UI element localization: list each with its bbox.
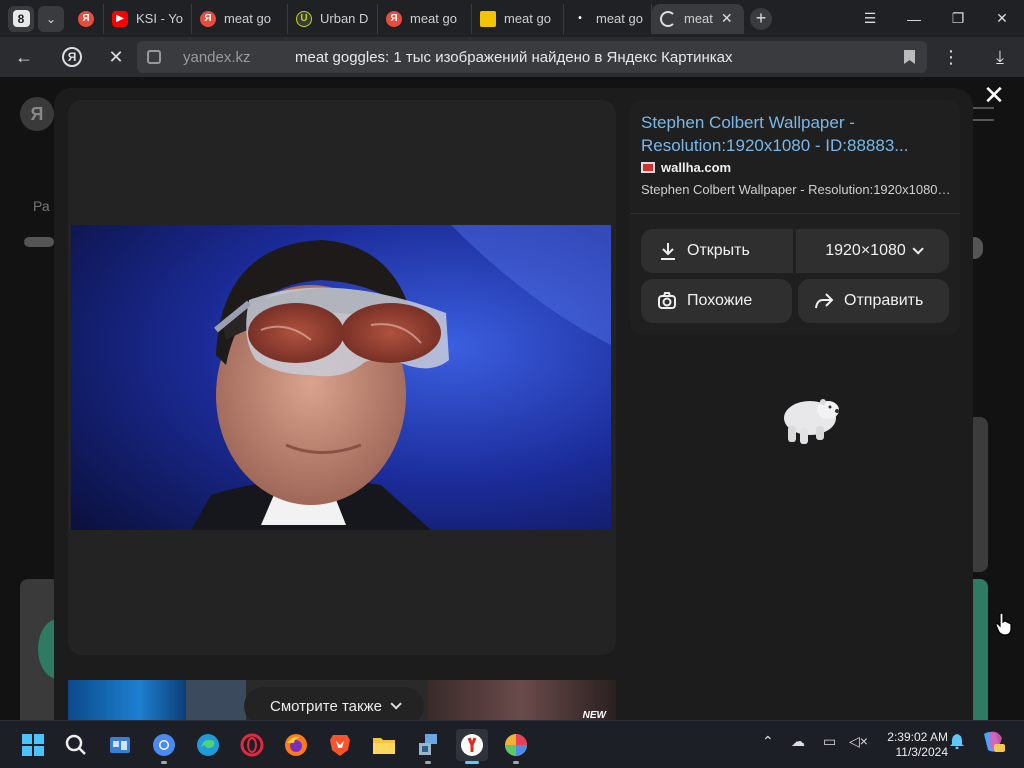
close-window-icon[interactable]: ✕: [980, 0, 1024, 37]
colorful-app-icon[interactable]: [500, 729, 532, 764]
tab-meat-goggles-2[interactable]: Яmeat go: [378, 3, 472, 34]
new-badge: NEW: [582, 710, 606, 720]
chrome-icon[interactable]: [148, 729, 180, 764]
window-controls: ☰ — ❐ ✕: [848, 0, 1024, 37]
tab-counter-button[interactable]: 8: [8, 5, 34, 32]
background-tab-text: Ра: [33, 198, 50, 214]
bookmark-icon[interactable]: [904, 50, 915, 64]
chevron-down-icon[interactable]: ⌄: [38, 5, 64, 32]
size-label: 1920×1080: [825, 242, 906, 259]
chevron-down-icon: [390, 698, 402, 710]
copilot-icon[interactable]: [980, 730, 1006, 757]
similar-label: Похожие: [687, 292, 753, 309]
tab-list: Я ▶KSI - You Яmeat go UUrban D Яmeat go …: [70, 0, 744, 37]
hand-cursor-icon: [995, 612, 1013, 641]
tab-label: meat go: [410, 11, 457, 26]
source-domain: wallha.com: [661, 160, 732, 175]
address-bar: ← Я ✕ yandex.kz meat goggles: 1 тыс изоб…: [0, 37, 1024, 77]
divider: [630, 213, 960, 214]
tab-label: meat go: [596, 11, 643, 26]
yandex-icon: Я: [200, 10, 216, 27]
more-options-icon[interactable]: ⋮: [933, 39, 969, 75]
tab-ksi-youtube[interactable]: ▶ KSI - You: [104, 3, 192, 34]
opera-gx-icon[interactable]: [236, 729, 268, 761]
new-tab-button[interactable]: +: [750, 7, 772, 30]
minimize-icon[interactable]: —: [892, 0, 936, 37]
yandex-logo: Я: [20, 97, 54, 131]
yandex-browser-icon[interactable]: [456, 729, 488, 764]
tab-label: meat: [684, 11, 713, 26]
yandex-images-icon: [480, 10, 496, 27]
image-description: Stephen Colbert Wallpaper - Resolution:1…: [641, 182, 951, 197]
sound-muted-icon[interactable]: ◁×: [849, 733, 868, 750]
share-arrow-icon: [814, 292, 834, 310]
tab-meat-goggles-3[interactable]: • meat go: [564, 3, 652, 34]
tab-label: Urban D: [320, 11, 369, 26]
back-arrow-icon[interactable]: ←: [6, 39, 42, 75]
download-icon[interactable]: ⤓: [982, 39, 1018, 75]
close-icon[interactable]: ✕: [983, 82, 1005, 108]
restore-icon[interactable]: ❐: [936, 0, 980, 37]
polar-bear-mascot-icon: [776, 390, 842, 448]
camera-search-icon: [657, 291, 677, 311]
loading-spinner-icon: [660, 10, 676, 27]
image-title-link[interactable]: Stephen Colbert Wallpaper - Resolution:1…: [641, 111, 941, 157]
task-view-icon[interactable]: [104, 729, 136, 761]
stop-loading-icon[interactable]: ✕: [98, 39, 134, 75]
image-size-dropdown[interactable]: 1920×1080: [796, 229, 949, 273]
open-label: Открыть: [687, 242, 750, 259]
site-favicon-icon: [641, 162, 655, 173]
firefox-icon[interactable]: [280, 729, 312, 761]
image-source[interactable]: wallha.com: [641, 160, 731, 175]
url-page-title: meat goggles: 1 тыс изображений найдено …: [295, 48, 733, 66]
taskbar: ⌃ ☁ ▭ ◁× 2:39:02 AM 11/3/2024: [0, 720, 1024, 768]
chevron-up-icon[interactable]: ⌃: [762, 733, 774, 750]
search-icon[interactable]: [60, 729, 92, 761]
cloud-offline-icon[interactable]: ☁: [791, 733, 805, 750]
windows-start-icon[interactable]: [17, 729, 49, 761]
menu-icon[interactable]: ☰: [848, 0, 892, 37]
tab-yandex-pinned[interactable]: Я: [70, 3, 104, 34]
display-icon[interactable]: ▭: [823, 733, 836, 750]
brave-icon[interactable]: [324, 729, 356, 761]
close-tab-icon[interactable]: ✕: [721, 10, 733, 27]
clock[interactable]: 2:39:02 AM 11/3/2024: [868, 730, 948, 760]
lock-icon: [147, 50, 161, 64]
file-explorer-icon[interactable]: [368, 729, 400, 761]
tab-strip: 8 ⌄ Я ▶ KSI - You Яmeat go U Urban D Яmeat…: [0, 0, 1024, 37]
youtube-icon: ▶: [112, 10, 128, 27]
yandex-home-icon[interactable]: Я: [54, 39, 90, 75]
open-button[interactable]: Открыть: [641, 229, 793, 273]
main-image[interactable]: [71, 225, 611, 530]
tab-label: KSI - You: [136, 11, 183, 26]
url-domain: yandex.kz: [183, 48, 251, 66]
yandex-icon: Я: [78, 10, 94, 27]
tab-label: meat go: [224, 11, 271, 26]
similar-button[interactable]: Похожие: [641, 279, 792, 323]
share-label: Отправить: [844, 292, 924, 309]
edge-icon[interactable]: [192, 729, 224, 761]
tab-urban-dictionary[interactable]: U Urban D: [288, 3, 378, 34]
tab-label: meat go: [504, 11, 551, 26]
tab-meat-goggles-1[interactable]: Яmeat go: [192, 3, 288, 34]
tab-meat-goggles-images[interactable]: meat go: [472, 3, 564, 34]
urban-dictionary-icon: U: [296, 10, 312, 27]
clock-time: 2:39:02 AM: [887, 730, 948, 744]
background-pill: [24, 237, 54, 247]
download-icon: [659, 241, 677, 261]
notification-bell-icon[interactable]: [950, 733, 964, 752]
clock-date: 11/3/2024: [895, 745, 949, 759]
dot-icon: •: [578, 13, 582, 24]
share-button[interactable]: Отправить: [798, 279, 949, 323]
chevron-down-icon: [912, 243, 924, 255]
network-tool-icon[interactable]: [412, 729, 444, 764]
tab-count: 8: [12, 10, 30, 27]
yandex-icon: Я: [386, 10, 402, 27]
see-also-label: Смотрите также: [270, 697, 382, 715]
tab-meat-active[interactable]: meat ✕: [652, 3, 744, 34]
url-field[interactable]: yandex.kz meat goggles: 1 тыс изображени…: [137, 41, 927, 73]
